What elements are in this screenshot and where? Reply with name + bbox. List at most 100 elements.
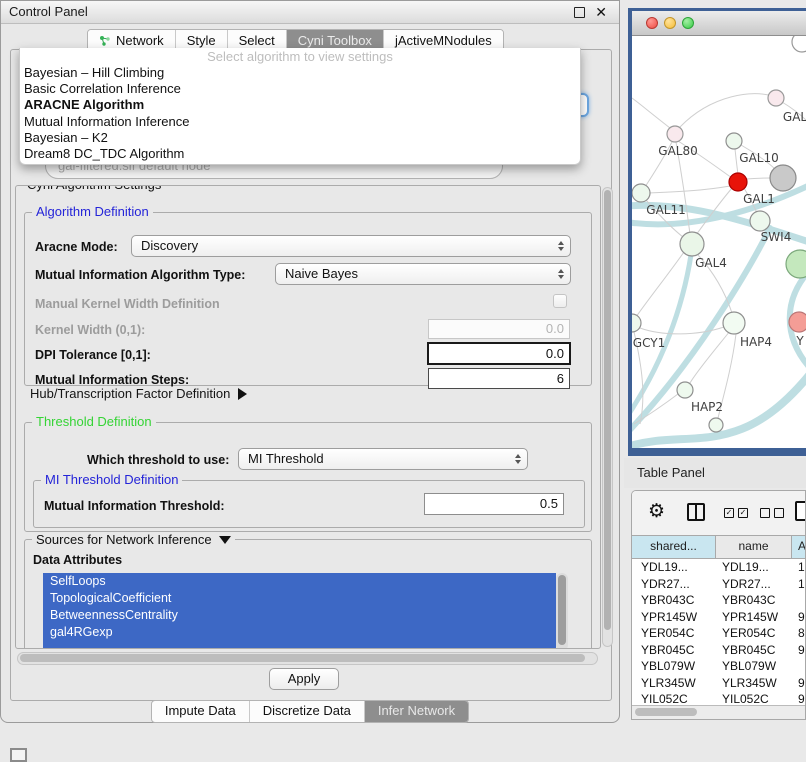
zoom-traffic-light-icon[interactable] [682, 17, 694, 29]
combo-value: MI Threshold [248, 451, 324, 466]
column-header-name[interactable]: name [716, 536, 792, 558]
network-node[interactable] [786, 250, 806, 278]
table-row[interactable]: YBL079WYBL079W [632, 658, 805, 675]
table-row[interactable]: YBR045CYBR045C9. [632, 642, 805, 659]
table-cell: YER054C [632, 625, 716, 642]
close-traffic-light-icon[interactable] [646, 17, 658, 29]
page-icon[interactable] [795, 501, 806, 521]
mi-steps-field[interactable]: 6 [428, 368, 570, 389]
attribute-item[interactable]: gal4RGexp [43, 624, 556, 641]
collapsed-panel-handle[interactable] [10, 748, 27, 762]
combo-stepper-icon [515, 454, 521, 464]
group-title: Cyni Algorithm Settings [23, 185, 165, 192]
network-node-gal1[interactable] [729, 173, 747, 191]
table-row[interactable]: YLR345WYLR345W9. [632, 675, 805, 692]
unchecked-checkbox-icon[interactable] [774, 508, 784, 518]
apply-button[interactable]: Apply [269, 668, 339, 690]
unchecked-checkbox-icon[interactable] [760, 508, 770, 518]
table-cell [792, 658, 805, 675]
algorithm-option[interactable]: Dream8 DC_TDC Algorithm [20, 146, 580, 162]
attribute-item[interactable]: SelfLoops [43, 573, 556, 590]
network-node-gal[interactable] [768, 90, 784, 106]
aracne-mode-combo[interactable]: Discovery [131, 235, 571, 257]
table-row[interactable]: YBR043CYBR043C [632, 592, 805, 609]
network-node-hap4[interactable] [723, 312, 745, 334]
checked-checkbox-icon[interactable]: ✓ [724, 508, 734, 518]
network-node-gcy1[interactable] [632, 314, 641, 332]
node-label: SWI4 [761, 230, 792, 244]
algorithm-option[interactable]: Basic Correlation Inference [20, 81, 580, 97]
table-panel-title: Table Panel [637, 465, 705, 480]
group-title: MI Threshold Definition [41, 473, 182, 487]
network-canvas[interactable]: GALGAL80GAL10GAL1GAL11SWI4GAL4GCY1HAP4YH… [632, 36, 806, 448]
node-label: HAP2 [691, 400, 723, 414]
network-node-gal80[interactable] [667, 126, 683, 142]
algorithm-option[interactable]: Bayesian – Hill Climbing [20, 65, 580, 81]
table-cell: YBL079W [716, 658, 792, 675]
table-cell: YDR27... [632, 576, 716, 593]
table-row[interactable]: YDL19...YDL19...13 [632, 559, 805, 576]
algorithm-option[interactable]: Bayesian – K2 [20, 130, 580, 146]
data-attributes-label: Data Attributes [33, 553, 122, 567]
table-row[interactable]: YER054CYER054C8. [632, 625, 805, 642]
table-row[interactable]: YDR27...YDR27...12 [632, 576, 805, 593]
network-node-gal10[interactable] [726, 133, 742, 149]
combo-stepper-icon [558, 269, 564, 279]
hub-tf-section[interactable]: Hub/Transcription Factor Definition [30, 386, 247, 401]
algorithm-dropdown-popup: Select algorithm to view settings Bayesi… [19, 48, 581, 165]
attribute-item[interactable]: BetweennessCentrality [43, 607, 556, 624]
tab-infer-network[interactable]: Infer Network [364, 701, 468, 722]
settings-horizontal-scrollbar[interactable] [17, 652, 598, 665]
algorithm-option[interactable]: Mutual Information Inference [20, 114, 580, 130]
table-horizontal-scrollbar[interactable] [632, 705, 805, 719]
gear-icon[interactable]: ⚙ [648, 500, 665, 523]
attributes-scrollbar[interactable] [556, 573, 568, 649]
network-window-titlebar[interactable] [632, 11, 806, 36]
hub-tf-label: Hub/Transcription Factor Definition [30, 386, 230, 401]
attribute-item-clipped[interactable] [43, 641, 556, 649]
table-cell: 12 [792, 576, 805, 593]
data-attributes-list[interactable]: SelfLoopsTopologicalCoefficientBetweenne… [43, 573, 556, 649]
mi-threshold-field[interactable]: 0.5 [424, 493, 564, 515]
algorithm-option[interactable]: ARACNE Algorithm [20, 97, 580, 113]
column-header-clipped[interactable]: A [792, 536, 805, 558]
table-cell: YDL19... [716, 559, 792, 576]
dpi-tolerance-field[interactable]: 0.0 [427, 342, 571, 365]
table-body: YDL19...YDL19...13YDR27...YDR27...12YBR0… [632, 559, 805, 709]
network-node[interactable] [792, 36, 806, 52]
tab-impute-data[interactable]: Impute Data [152, 701, 249, 722]
node-label: GAL4 [695, 256, 727, 270]
network-node-gal4[interactable] [680, 232, 704, 256]
attribute-item[interactable]: TopologicalCoefficient [43, 590, 556, 607]
table-row[interactable]: YPR145WYPR145W9. [632, 609, 805, 626]
control-panel-titlebar: Control Panel ✕ [1, 1, 619, 24]
tab-discretize-data[interactable]: Discretize Data [249, 701, 364, 722]
sources-title[interactable]: Sources for Network Inference [32, 532, 235, 547]
manual-kernel-checkbox[interactable] [553, 294, 567, 308]
combo-value: Naive Bayes [285, 266, 358, 281]
node-label: GCY1 [633, 336, 665, 350]
table-cell: YBL079W [632, 658, 716, 675]
which-threshold-combo[interactable]: MI Threshold [238, 448, 528, 470]
columns-icon[interactable] [687, 503, 705, 521]
network-node-hap2[interactable] [677, 382, 693, 398]
column-header-shared-name[interactable]: shared... [632, 536, 716, 558]
table-cell [792, 592, 805, 609]
minimize-traffic-light-icon[interactable] [664, 17, 676, 29]
network-node[interactable] [770, 165, 796, 191]
close-icon[interactable]: ✕ [595, 2, 607, 22]
checked-checkbox-icon[interactable]: ✓ [738, 508, 748, 518]
network-node-swi4[interactable] [750, 211, 770, 231]
settings-vertical-scrollbar[interactable] [602, 187, 613, 647]
network-node[interactable] [709, 418, 723, 432]
network-node-y[interactable] [789, 312, 806, 332]
table-cell: YER054C [716, 625, 792, 642]
mi-type-combo[interactable]: Naive Bayes [275, 263, 571, 285]
network-node-gal11[interactable] [632, 184, 650, 202]
algorithm-dropdown-list: Bayesian – Hill ClimbingBasic Correlatio… [20, 65, 580, 162]
table-cell: YDR27... [716, 576, 792, 593]
kernel-width-field: 0.0 [428, 319, 570, 339]
float-window-icon[interactable] [574, 7, 585, 18]
sources-group: Sources for Network Inference Data Attri… [24, 539, 592, 649]
dropdown-placeholder: Select algorithm to view settings [20, 48, 580, 65]
